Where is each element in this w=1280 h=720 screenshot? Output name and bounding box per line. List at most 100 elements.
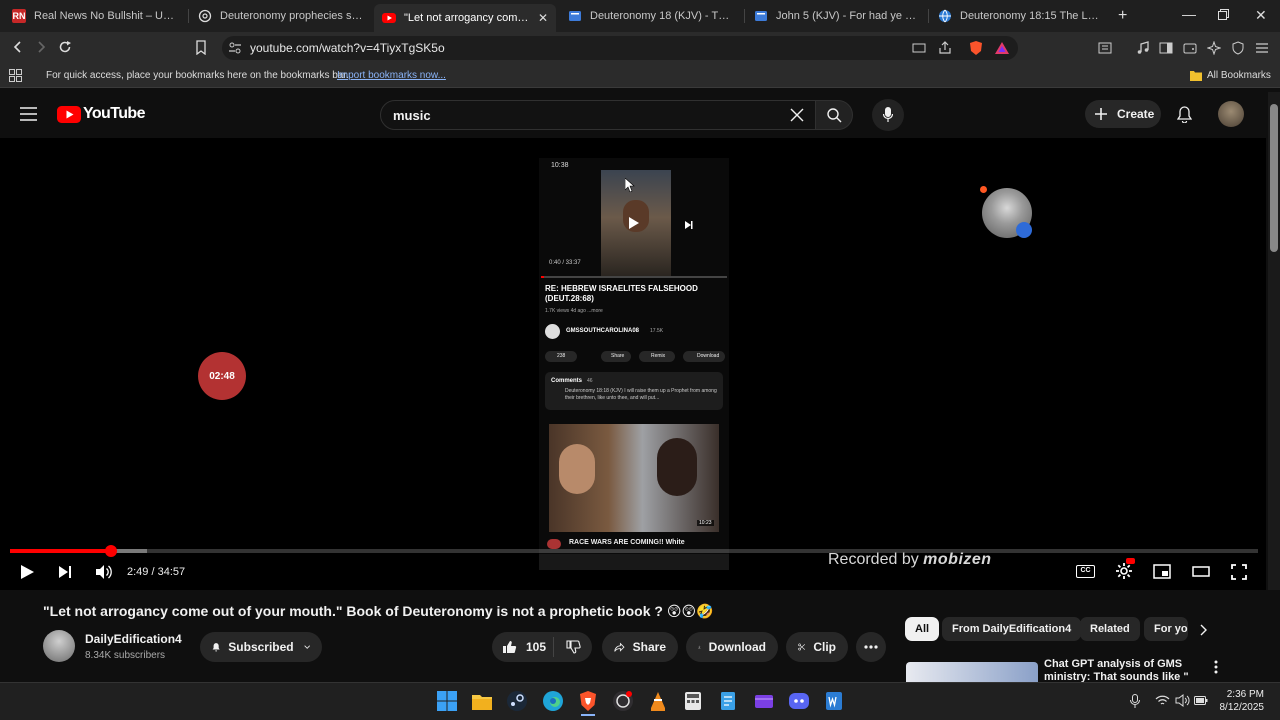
close-window-icon[interactable]: ✕ <box>1255 7 1267 24</box>
more-actions-button[interactable] <box>856 632 886 662</box>
file-explorer-icon[interactable] <box>471 690 493 712</box>
youtube-logo[interactable]: YouTube <box>57 105 145 123</box>
reader-icon[interactable] <box>1098 41 1112 55</box>
vlc-icon[interactable] <box>647 690 669 712</box>
obs-record-icon[interactable] <box>612 690 634 712</box>
tab-deuteronomy-18-15[interactable]: Deuteronomy 18:15 The LORD yo <box>930 4 1112 28</box>
system-clock[interactable]: 2:36 PM 8/12/2025 <box>1212 688 1265 714</box>
new-tab-icon[interactable]: + <box>1118 7 1127 25</box>
minimize-icon[interactable]: — <box>1182 6 1196 22</box>
video-editor-icon[interactable] <box>753 690 775 712</box>
discord-icon[interactable] <box>788 690 810 712</box>
more-vertical-icon[interactable] <box>1214 660 1218 674</box>
word-icon[interactable] <box>823 690 845 712</box>
brave-browser-icon[interactable] <box>577 690 599 716</box>
account-avatar[interactable] <box>1218 101 1244 127</box>
dislike-button[interactable] <box>554 640 581 654</box>
tab-deuteronomy-18[interactable]: Deuteronomy 18 (KJV) - The pries <box>560 4 742 28</box>
channel-name[interactable]: DailyEdification4 <box>85 632 182 646</box>
recommended-thumbnail[interactable] <box>906 662 1038 682</box>
bookmarks-bar: For quick access, place your bookmarks h… <box>0 64 1280 88</box>
channel-avatar[interactable] <box>43 630 75 662</box>
windows-start-icon[interactable] <box>436 690 458 712</box>
subscribed-button[interactable]: Subscribed <box>200 632 322 662</box>
microphone-tray-icon[interactable] <box>1130 694 1140 708</box>
create-button[interactable]: Create <box>1085 100 1161 128</box>
leo-ai-icon[interactable] <box>1207 41 1221 55</box>
brave-shields-icon[interactable] <box>968 40 984 56</box>
steam-icon[interactable] <box>506 690 528 712</box>
played-fill <box>10 549 111 553</box>
chip-related[interactable]: Related <box>1080 617 1140 641</box>
globe-favicon-icon <box>938 9 952 23</box>
search-icon <box>827 108 842 123</box>
chip-for-you[interactable]: For yo <box>1144 617 1188 641</box>
tab-deuteronomy-summary[interactable]: Deuteronomy prophecies summa <box>190 4 372 28</box>
search-button[interactable] <box>815 100 853 130</box>
phone-next-title: RACE WARS ARE COMING!! White <box>569 539 685 546</box>
phone-like-chip: 238 <box>545 351 577 362</box>
brave-rewards-icon[interactable] <box>994 40 1010 56</box>
download-button[interactable]: Download <box>686 632 778 662</box>
sidebar-toggle-icon[interactable] <box>1159 41 1173 55</box>
edge-browser-icon[interactable] <box>542 690 564 712</box>
hamburger-menu-icon[interactable] <box>20 107 37 121</box>
forward-icon[interactable] <box>34 40 48 54</box>
music-icon[interactable] <box>1136 41 1150 55</box>
tab-title: "Let not arrogancy come out <box>404 12 532 24</box>
browser-tab-bar: RN Real News No Bullshit – Unbiased Deut… <box>0 0 1280 32</box>
share-page-icon[interactable] <box>938 41 952 55</box>
mobizen-record-badge: 02:48 <box>198 352 246 400</box>
phone-comments-panel: Comments 46 Deuteronomy 18:18 (KJV) I wi… <box>545 372 723 410</box>
back-icon[interactable] <box>11 40 25 54</box>
scrollbar-thumb[interactable] <box>1270 104 1278 252</box>
share-button[interactable]: Share <box>602 632 678 662</box>
recommended-title[interactable]: Chat GPT analysis of GMS ministry: That … <box>1044 658 1194 682</box>
restore-icon[interactable] <box>1218 9 1229 20</box>
apps-grid-icon[interactable] <box>9 69 22 82</box>
settings-gear-icon[interactable] <box>1115 558 1135 580</box>
cast-icon[interactable] <box>912 41 926 55</box>
total-time: 34:57 <box>157 566 186 578</box>
search-input[interactable] <box>393 106 773 124</box>
phone-video-meta: 1.7K views 4d ago ...more <box>545 308 603 314</box>
tab-youtube-active[interactable]: "Let not arrogancy come out ✕ <box>374 4 556 32</box>
theater-mode-icon[interactable] <box>1192 565 1210 578</box>
wallet-icon[interactable] <box>1183 41 1197 55</box>
calculator-icon[interactable] <box>682 690 704 712</box>
vpn-shield-icon[interactable] <box>1231 41 1245 55</box>
voice-search-button[interactable] <box>872 99 904 131</box>
tab-john-5[interactable]: John 5 (KJV) - For had ye believed <box>746 4 928 28</box>
search-box[interactable] <box>380 100 816 130</box>
import-bookmarks-link[interactable]: Import bookmarks now... <box>337 70 446 81</box>
play-button-icon[interactable] <box>20 564 35 580</box>
close-tab-icon[interactable]: ✕ <box>538 11 548 25</box>
phone-channel-subs: 17.5K <box>650 328 664 334</box>
volume-icon[interactable] <box>95 564 112 580</box>
fullscreen-icon[interactable] <box>1231 564 1247 580</box>
clip-button[interactable]: Clip <box>786 632 848 662</box>
miniplayer-icon[interactable] <box>1153 564 1171 579</box>
tab-real-news[interactable]: RN Real News No Bullshit – Unbiased <box>4 4 186 28</box>
site-info-icon[interactable] <box>228 41 242 55</box>
chevron-right-icon[interactable] <box>1200 624 1208 636</box>
wifi-icon[interactable] <box>1155 694 1170 707</box>
scrubber-handle[interactable] <box>104 545 117 557</box>
bookmark-icon[interactable] <box>195 40 207 55</box>
clear-search-icon[interactable] <box>790 108 804 122</box>
notifications-bell-icon[interactable] <box>1177 106 1192 123</box>
next-video-icon[interactable] <box>58 565 72 579</box>
notepad-icon[interactable] <box>717 690 739 712</box>
chip-from-channel[interactable]: From DailyEdification4 <box>942 617 1082 641</box>
progress-bar[interactable] <box>10 545 1258 557</box>
like-button[interactable]: 105 <box>492 637 554 657</box>
battery-icon[interactable] <box>1194 696 1208 705</box>
all-bookmarks-button[interactable]: All Bookmarks <box>1207 70 1271 81</box>
thumbs-down-icon <box>566 640 581 654</box>
reload-icon[interactable] <box>58 40 72 54</box>
captions-icon[interactable]: CC <box>1076 565 1095 578</box>
menu-icon[interactable] <box>1255 41 1269 55</box>
speaker-icon[interactable] <box>1175 694 1190 707</box>
chip-all[interactable]: All <box>905 617 940 641</box>
address-bar[interactable]: youtube.com/watch?v=4TiyxTgSK5o <box>222 36 1018 60</box>
